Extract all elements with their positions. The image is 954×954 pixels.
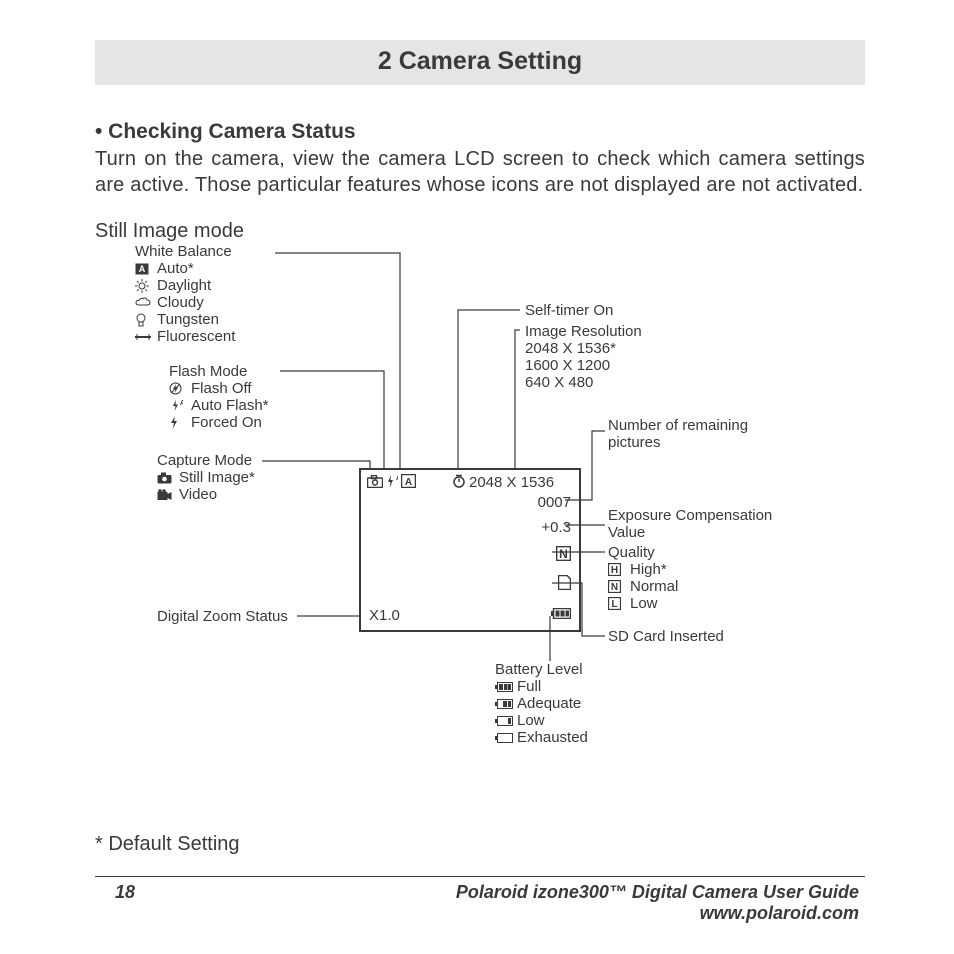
capture-item: Video [179, 486, 217, 503]
flash-item: Forced On [191, 414, 262, 431]
battery-exhausted-icon [495, 733, 511, 743]
svg-text:N: N [611, 582, 618, 593]
svg-text:A: A [396, 475, 398, 482]
svg-text:A: A [139, 264, 146, 274]
lcd-battery-icon [551, 608, 571, 619]
lcd-flash-icon: A [384, 474, 398, 489]
ev-label: Exposure Compensation Value [608, 508, 808, 541]
wb-item: Auto* [157, 260, 194, 277]
battery-full-icon [495, 682, 511, 692]
page-number: 18 [95, 882, 135, 903]
intro-paragraph: Turn on the camera, view the camera LCD … [95, 146, 865, 198]
svg-text:H: H [611, 565, 618, 576]
chapter-title: 2 Camera Setting [95, 40, 865, 85]
section-heading: • Checking Camera Status [95, 120, 865, 144]
lcd-quality-icon: N [556, 546, 571, 561]
lcd-wb-icon: A [401, 474, 416, 488]
flash-item: Auto Flash* [191, 397, 269, 414]
battery-item: Low [517, 712, 545, 729]
svg-text:A: A [180, 400, 183, 407]
flash-item: Flash Off [191, 380, 252, 397]
quality-l-icon: L [608, 597, 624, 610]
image-res-block: Image Resolution 2048 X 1536* 1600 X 120… [525, 323, 642, 391]
wb-cloudy-icon [135, 297, 151, 308]
remaining-label: Number of remaining pictures [608, 418, 768, 451]
lcd-ev: +0.3 [541, 519, 571, 536]
svg-text:L: L [611, 599, 617, 610]
image-res-item: 640 X 480 [525, 374, 642, 391]
capture-mode-title: Capture Mode [157, 452, 255, 469]
lcd-res: 2048 X 1536 [469, 474, 554, 491]
lcd-screen: A A 2048 X 1536 0007 +0.3 N X1.0 [359, 468, 581, 632]
lcd-timer-icon [452, 474, 466, 488]
flash-off-icon [169, 382, 185, 395]
quality-block: Quality H High* N Normal L Low [608, 544, 678, 612]
quality-h-icon: H [608, 563, 624, 576]
quality-title: Quality [608, 544, 678, 561]
quality-item: Normal [630, 578, 678, 595]
wb-item: Fluorescent [157, 328, 235, 345]
battery-title: Battery Level [495, 661, 588, 678]
self-timer-label: Self-timer On [525, 302, 613, 319]
wb-daylight-icon [135, 279, 151, 293]
flash-mode-title: Flash Mode [169, 363, 269, 380]
capture-item: Still Image* [179, 469, 255, 486]
footer-guide: Polaroid izone300™ Digital Camera User G… [456, 882, 859, 903]
flash-mode-block: Flash Mode Flash Off A Auto Flash* Forced… [169, 363, 269, 431]
wb-tungsten-icon [135, 313, 151, 327]
sd-label: SD Card Inserted [608, 628, 724, 645]
capture-mode-block: Capture Mode Still Image* Video [157, 452, 255, 503]
battery-adequate-icon [495, 699, 511, 709]
wb-item: Daylight [157, 277, 211, 294]
lcd-sd-icon [558, 575, 571, 590]
flash-on-icon [169, 416, 185, 429]
battery-item: Exhausted [517, 729, 588, 746]
digital-zoom-label: Digital Zoom Status [157, 608, 288, 625]
wb-auto-icon: A [135, 263, 151, 275]
lcd-zoom: X1.0 [369, 607, 400, 624]
battery-block: Battery Level Full Adequate Low Exhauste… [495, 661, 588, 746]
image-res-title: Image Resolution [525, 323, 642, 340]
video-icon [157, 489, 173, 501]
battery-item: Adequate [517, 695, 581, 712]
white-balance-block: White Balance A Auto* Daylight Cloudy Tun… [135, 243, 235, 345]
wb-fluorescent-icon [135, 332, 151, 342]
quality-item: High* [630, 561, 667, 578]
lcd-count: 0007 [538, 494, 571, 511]
quality-item: Low [630, 595, 658, 612]
battery-item: Full [517, 678, 541, 695]
lcd-camera-icon [367, 475, 383, 488]
wb-item: Cloudy [157, 294, 204, 311]
page-footer: 18 Polaroid izone300™ Digital Camera Use… [95, 876, 865, 924]
mode-heading: Still Image mode [95, 220, 865, 243]
svg-text:A: A [405, 477, 412, 488]
flash-auto-icon: A [169, 399, 185, 412]
white-balance-title: White Balance [135, 243, 235, 260]
diagram-area: White Balance A Auto* Daylight Cloudy Tun… [95, 243, 865, 773]
image-res-item: 1600 X 1200 [525, 357, 642, 374]
svg-text:N: N [559, 547, 568, 561]
still-image-icon [157, 472, 173, 484]
quality-n-icon: N [608, 580, 624, 593]
wb-item: Tungsten [157, 311, 219, 328]
battery-low-icon [495, 716, 511, 726]
footnote: * Default Setting [95, 833, 240, 856]
footer-url: www.polaroid.com [456, 903, 859, 924]
image-res-item: 2048 X 1536* [525, 340, 642, 357]
